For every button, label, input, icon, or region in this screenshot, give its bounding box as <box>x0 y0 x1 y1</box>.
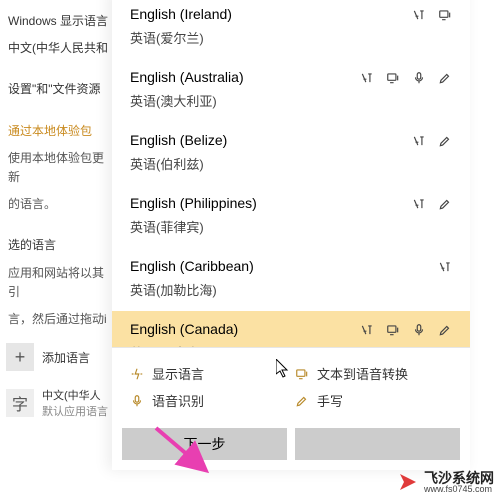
plus-icon: + <box>6 343 34 371</box>
add-language-dialog: English (Ireland) 英语(爱尔兰) English (Austral… <box>112 0 470 470</box>
watermark-name: 飞沙系统网 <box>424 471 494 485</box>
language-native-name: 英语(加勒比海) <box>130 280 254 299</box>
display-icon <box>130 367 144 381</box>
speech-icon <box>412 71 426 85</box>
watermark: 飞沙系统网 www.fs0745.com <box>396 470 494 494</box>
bg-title: Windows 显示语言 <box>0 8 120 35</box>
bg-pack-title: 通过本地体验包 <box>0 118 120 145</box>
bg-pack-text2: 的语言。 <box>0 191 120 218</box>
display-icon <box>412 134 426 148</box>
hand-icon <box>438 134 452 148</box>
language-feature-icons <box>360 71 452 85</box>
hand-icon <box>438 71 452 85</box>
language-english-name: English (Philippines) <box>130 195 257 211</box>
language-item[interactable]: English (Caribbean) 英语(加勒比海) <box>112 248 470 311</box>
hand-icon <box>438 323 452 337</box>
language-native-name: 英语(爱尔兰) <box>130 28 232 47</box>
add-language-button[interactable]: + 添加语言 <box>0 343 120 371</box>
language-feature-icons <box>412 197 452 211</box>
watermark-url: www.fs0745.com <box>424 485 494 494</box>
language-list[interactable]: English (Ireland) 英语(爱尔兰) English (Austral… <box>112 0 470 347</box>
tts-icon <box>386 71 400 85</box>
default-lang-sub: 默认应用语言 <box>42 403 108 419</box>
a-character-icon: 字 <box>6 389 34 417</box>
language-english-name: English (Ireland) <box>130 6 232 22</box>
dialog-buttons: 下一步 <box>112 422 470 470</box>
display-icon <box>438 260 452 274</box>
language-item[interactable]: English (Ireland) 英语(爱尔兰) <box>112 0 470 59</box>
legend-speech: 语音识别 <box>126 387 291 414</box>
language-feature-icons <box>438 260 452 274</box>
language-english-name: English (Canada) <box>130 321 238 337</box>
display-icon <box>360 323 374 337</box>
language-native-name: 英语(伯利兹) <box>130 154 227 173</box>
language-native-name: 英语(澳大利亚) <box>130 91 244 110</box>
bg-pref-text1: 应用和网站将以其引 <box>0 260 120 306</box>
speech-icon <box>130 394 144 408</box>
settings-background: Windows 显示语言 中文(中华人民共和 设置"和"文件资源 通过本地体验包… <box>0 0 120 500</box>
feature-legend: 显示语言 文本到语音转换 语音识别 手写 <box>112 347 470 422</box>
bg-settings: 设置"和"文件资源 <box>0 76 120 103</box>
bg-current: 中文(中华人民共和 <box>0 35 120 62</box>
bg-pref-title: 选的语言 <box>0 232 120 259</box>
watermark-logo-icon <box>396 470 420 494</box>
language-feature-icons <box>412 8 452 22</box>
tts-icon <box>386 323 400 337</box>
legend-handwriting: 手写 <box>291 387 456 414</box>
hand-icon <box>438 197 452 211</box>
language-english-name: English (Caribbean) <box>130 258 254 274</box>
language-item[interactable]: English (Philippines) 英语(菲律宾) <box>112 185 470 248</box>
bg-pref-text2: 言，然后通过拖动i <box>0 306 120 333</box>
language-feature-icons <box>412 134 452 148</box>
tts-icon <box>438 8 452 22</box>
language-native-name: 英语(菲律宾) <box>130 217 257 236</box>
next-button[interactable]: 下一步 <box>122 428 287 460</box>
language-item[interactable]: English (Canada) 英语(加拿大) <box>112 311 470 347</box>
legend-display: 显示语言 <box>126 360 291 387</box>
language-english-name: English (Australia) <box>130 69 244 85</box>
language-item[interactable]: English (Australia) 英语(澳大利亚) <box>112 59 470 122</box>
language-feature-icons <box>360 323 452 337</box>
bg-pack-text1: 使用本地体验包更新 <box>0 145 120 191</box>
cancel-button[interactable] <box>295 428 460 460</box>
display-icon <box>412 8 426 22</box>
speech-icon <box>412 323 426 337</box>
display-icon <box>412 197 426 211</box>
display-icon <box>360 71 374 85</box>
hand-icon <box>295 394 309 408</box>
language-english-name: English (Belize) <box>130 132 227 148</box>
language-native-name: 英语(加拿大) <box>130 343 238 347</box>
add-language-label: 添加语言 <box>42 349 90 366</box>
default-lang-name: 中文(中华人 <box>42 387 108 403</box>
default-language-row[interactable]: 字 中文(中华人 默认应用语言 <box>0 387 120 419</box>
tts-icon <box>295 367 309 381</box>
legend-tts: 文本到语音转换 <box>291 360 456 387</box>
language-item[interactable]: English (Belize) 英语(伯利兹) <box>112 122 470 185</box>
